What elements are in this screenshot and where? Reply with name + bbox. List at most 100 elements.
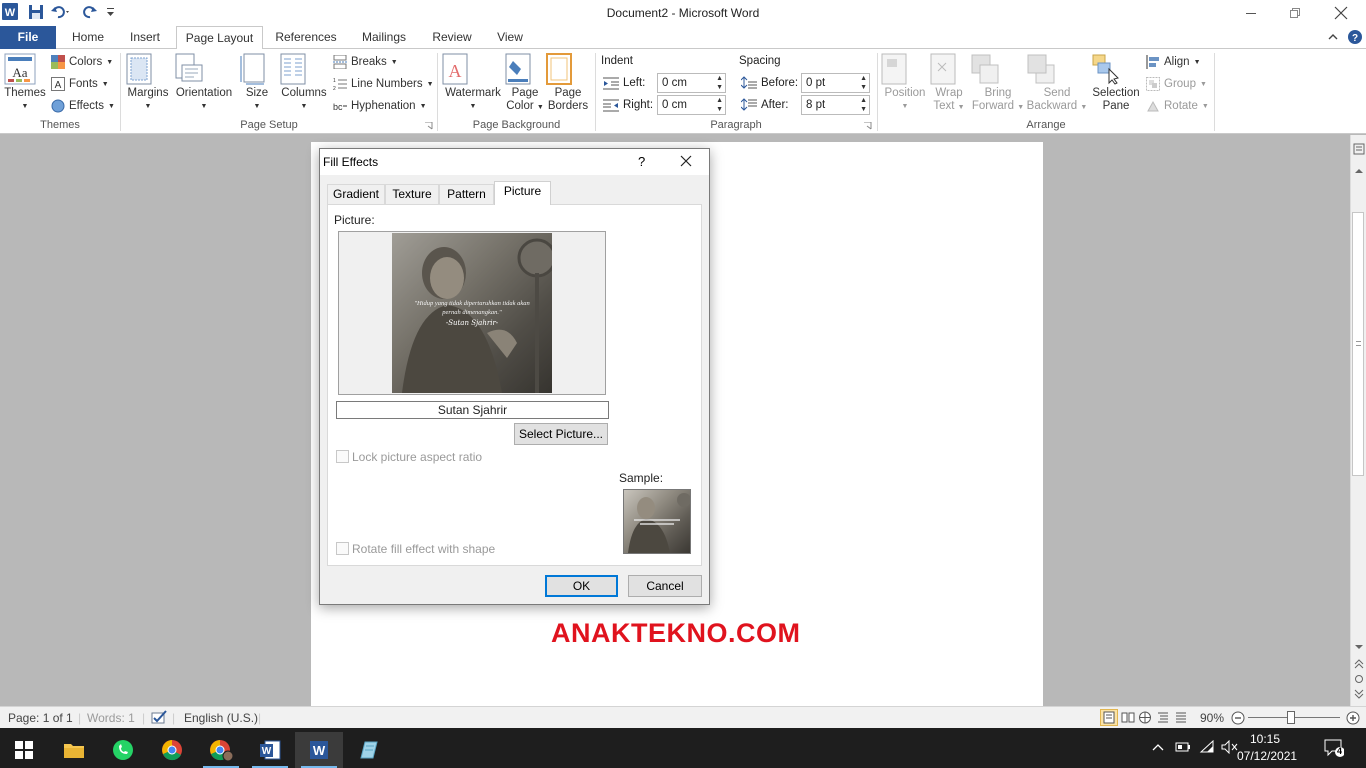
tab-references[interactable]: References xyxy=(270,26,342,49)
paragraph-launcher-icon[interactable] xyxy=(864,122,872,130)
battery-icon[interactable] xyxy=(1175,741,1191,753)
select-browse-object-icon[interactable] xyxy=(1354,674,1364,684)
minimize-button[interactable] xyxy=(1228,0,1274,26)
notes-app-taskbar-icon[interactable] xyxy=(344,732,392,768)
page-count[interactable]: Page: 1 of 1 xyxy=(8,711,73,725)
dialog-help-button[interactable]: ? xyxy=(638,154,645,169)
tab-mailings[interactable]: Mailings xyxy=(352,26,416,49)
effects-label: Effects xyxy=(69,100,104,112)
group-button[interactable]: Group ▼ xyxy=(1146,75,1207,93)
start-button[interactable] xyxy=(0,732,48,768)
draft-view-icon[interactable] xyxy=(1174,711,1188,724)
outline-view-icon[interactable] xyxy=(1156,711,1170,724)
tab-view[interactable]: View xyxy=(488,26,532,49)
zoom-in-icon[interactable] xyxy=(1346,711,1360,725)
whatsapp-taskbar-icon[interactable] xyxy=(99,732,147,768)
next-page-icon[interactable] xyxy=(1354,689,1364,699)
group-label: Group xyxy=(1164,78,1196,90)
page-setup-launcher-icon[interactable] xyxy=(425,122,433,130)
clock-date[interactable]: 07/12/2021 xyxy=(1237,749,1297,763)
columns-label: Columns xyxy=(281,87,327,99)
spacing-before-icon xyxy=(741,76,757,90)
scrollbar-thumb[interactable] xyxy=(1352,212,1364,476)
columns-button[interactable]: Columns ▼ xyxy=(280,53,328,113)
wrap-text-button[interactable]: Wrap Text ▼ xyxy=(930,53,968,114)
zoom-level[interactable]: 90% xyxy=(1200,711,1224,725)
chrome-profile-taskbar-icon[interactable] xyxy=(197,732,245,768)
breaks-button[interactable]: Breaks ▼ xyxy=(333,53,398,71)
status-bar: Page: 1 of 1 | Words: 1 | | English (U.S… xyxy=(0,706,1366,728)
close-window-button[interactable] xyxy=(1318,0,1364,26)
full-screen-reading-icon[interactable] xyxy=(1121,711,1135,724)
dialog-close-button[interactable] xyxy=(680,155,692,167)
lock-aspect-checkbox[interactable] xyxy=(336,450,349,463)
watermark-button[interactable]: A Watermark ▼ xyxy=(442,53,504,113)
scroll-up-icon[interactable] xyxy=(1354,167,1364,175)
bring-forward-button[interactable]: Bring Forward ▼ xyxy=(970,53,1026,114)
margins-button[interactable]: Margins ▼ xyxy=(126,53,170,113)
svg-text:2: 2 xyxy=(333,86,336,91)
zoom-slider-thumb[interactable] xyxy=(1287,711,1295,724)
line-numbers-button[interactable]: 12 Line Numbers ▼ xyxy=(333,75,434,93)
tab-gradient[interactable]: Gradient xyxy=(327,184,385,204)
tab-review[interactable]: Review xyxy=(424,26,480,49)
align-button[interactable]: Align ▼ xyxy=(1146,53,1201,71)
web-layout-icon[interactable] xyxy=(1138,711,1152,724)
indent-left-input[interactable]: 0 cm ▲ ▼ xyxy=(657,73,726,93)
zoom-out-icon[interactable] xyxy=(1231,711,1245,725)
restore-button[interactable] xyxy=(1272,0,1318,26)
rotate-button[interactable]: Rotate ▼ xyxy=(1146,97,1209,115)
send-backward-button[interactable]: Send Backward ▼ xyxy=(1026,53,1088,114)
page-borders-button[interactable]: Page Borders xyxy=(546,53,590,113)
spacing-after-input[interactable]: 8 pt ▲ ▼ xyxy=(801,95,870,115)
indent-right-input[interactable]: 0 cm ▲ ▼ xyxy=(657,95,726,115)
watermark-icon: A xyxy=(442,53,504,85)
file-explorer-taskbar-icon[interactable] xyxy=(50,732,98,768)
window-title: Document2 - Microsoft Word xyxy=(606,6,760,20)
clock-time[interactable]: 10:15 xyxy=(1237,732,1293,746)
chrome-taskbar-icon[interactable] xyxy=(148,732,196,768)
orientation-icon xyxy=(172,53,236,85)
wifi-icon[interactable] xyxy=(1199,740,1215,754)
print-layout-view-icon[interactable] xyxy=(1100,709,1118,726)
picture-preview-image: "Hidup yang tidak dipertaruhkan tidak ak… xyxy=(392,233,552,393)
position-button[interactable]: Position ▼ xyxy=(881,53,929,113)
scroll-down-icon[interactable] xyxy=(1354,643,1364,651)
word-taskbar-icon[interactable]: W xyxy=(246,732,294,768)
word-active-taskbar-icon[interactable]: W xyxy=(295,732,343,768)
ok-button[interactable]: OK xyxy=(545,575,618,597)
previous-page-icon[interactable] xyxy=(1354,659,1364,669)
select-picture-button[interactable]: Select Picture... xyxy=(514,423,608,445)
colors-button[interactable]: Colors ▼ xyxy=(51,53,113,71)
ruler-toggle-icon[interactable] xyxy=(1353,143,1365,155)
align-label: Align xyxy=(1164,56,1190,68)
word-count[interactable]: Words: 1 xyxy=(87,711,135,725)
fonts-button[interactable]: A Fonts ▼ xyxy=(51,75,109,93)
cancel-button[interactable]: Cancel xyxy=(628,575,702,597)
tab-pattern[interactable]: Pattern xyxy=(439,184,494,204)
proofing-icon[interactable] xyxy=(150,710,168,725)
notification-center-icon[interactable]: 4 xyxy=(1324,739,1344,757)
collapse-ribbon-icon[interactable] xyxy=(1328,32,1338,42)
selection-pane-button[interactable]: Selection Pane xyxy=(1090,53,1142,113)
orientation-button[interactable]: Orientation ▼ xyxy=(172,53,236,113)
themes-button[interactable]: Aa Themes ▼ xyxy=(4,53,46,113)
rotate-fill-checkbox[interactable] xyxy=(336,542,349,555)
language-indicator[interactable]: English (U.S.) xyxy=(184,711,258,725)
tab-home[interactable]: Home xyxy=(64,26,112,49)
hyphenation-button[interactable]: bc Hyphenation ▼ xyxy=(333,97,427,115)
effects-button[interactable]: Effects ▼ xyxy=(51,97,115,115)
breaks-label: Breaks xyxy=(351,56,387,68)
spacing-before-input[interactable]: 0 pt ▲ ▼ xyxy=(801,73,870,93)
tab-file[interactable]: File xyxy=(0,26,56,49)
tab-texture[interactable]: Texture xyxy=(385,184,439,204)
help-icon[interactable]: ? xyxy=(1348,30,1362,44)
tab-picture[interactable]: Picture xyxy=(494,181,551,205)
tab-page-layout[interactable]: Page Layout xyxy=(176,26,263,50)
fill-effects-dialog: Fill Effects ? Gradient Texture Pattern … xyxy=(319,148,710,605)
show-hidden-icons-icon[interactable] xyxy=(1152,742,1164,752)
page-color-button[interactable]: Page Color ▼ xyxy=(505,53,545,114)
margins-icon xyxy=(126,53,170,85)
tab-insert[interactable]: Insert xyxy=(120,26,170,49)
size-button[interactable]: Size ▼ xyxy=(240,53,274,113)
